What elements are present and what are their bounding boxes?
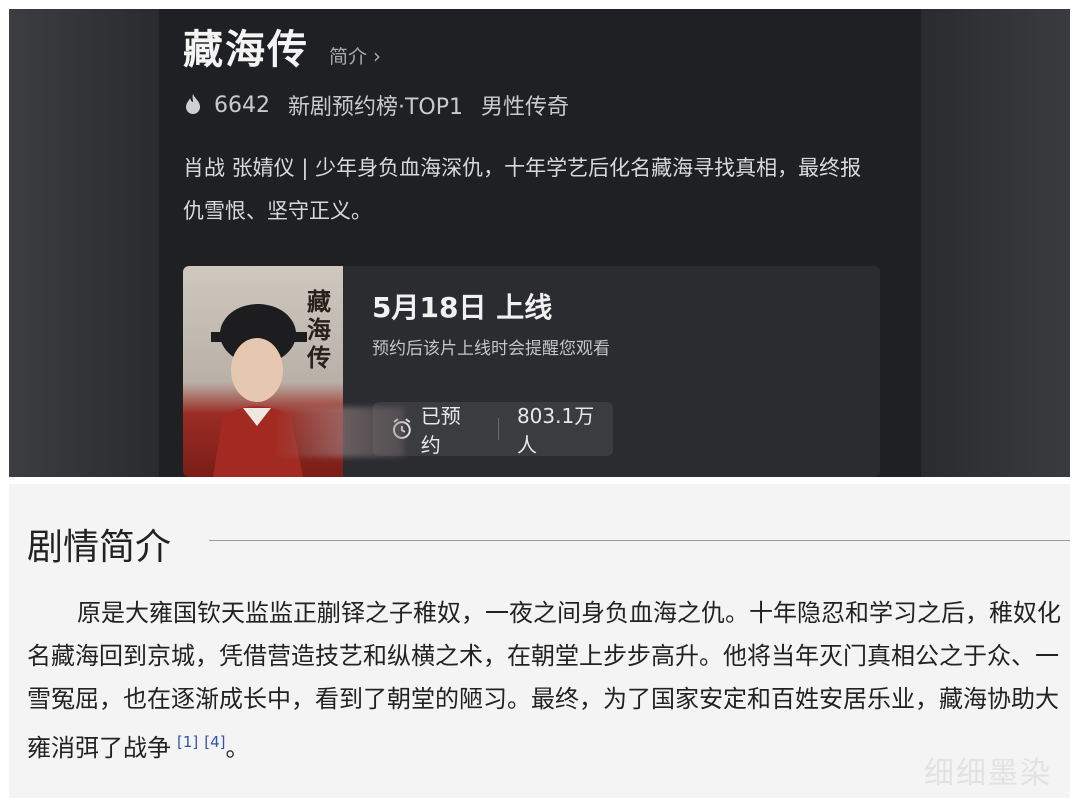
release-note: 预约后该片上线时会提醒您观看	[372, 339, 610, 359]
divider	[497, 418, 499, 440]
chevron-right-icon: ›	[373, 43, 382, 68]
intro-link-label: 简介	[329, 46, 368, 68]
citation-link-2[interactable]: [4]	[204, 733, 225, 751]
watermark: 细细墨染	[924, 756, 1052, 791]
title-row: 藏海传 简介 ›	[183, 17, 381, 75]
heat-stat: 6642	[183, 93, 270, 118]
reserved-label: 已预约	[420, 404, 461, 457]
heading-rule	[209, 540, 1070, 541]
section-heading: 剧情简介	[27, 527, 172, 568]
app-screenshot-panel: 藏海传 简介 › 6642 新剧预约榜·TOP1 男性传奇 肖战 张婧仪 | 少…	[9, 9, 1070, 477]
flame-icon	[186, 93, 200, 114]
wiki-synopsis-section: 剧情简介 原是大雍国钦天监监正蒯铎之子稚奴，一夜之间身负血海之仇。十年隐忍和学习…	[9, 484, 1070, 798]
genre-label: 男性传奇	[481, 95, 570, 120]
release-date: 5月18日 上线	[372, 291, 553, 324]
reserved-count: 803.1万人	[516, 404, 595, 457]
end-punct: 。	[225, 734, 250, 762]
intro-link[interactable]: 简介 ›	[329, 42, 381, 69]
rank-label: 新剧预约榜·TOP1	[288, 95, 464, 120]
blur-mask	[274, 407, 404, 457]
meta-row: 6642 新剧预约榜·TOP1 男性传奇	[183, 89, 569, 121]
reserved-button[interactable]: 已预约 803.1万人	[373, 402, 613, 457]
poster-title: 藏海传	[307, 287, 331, 372]
citation-link-1[interactable]: [1]	[177, 733, 198, 751]
show-title: 藏海传	[183, 27, 309, 73]
heat-value: 6642	[214, 92, 270, 118]
synopsis-paragraph: 原是大雍国钦天监监正蒯铎之子稚奴，一夜之间身负血海之仇。十年隐忍和学习之后，稚奴…	[27, 592, 1062, 770]
show-description: 肖战 张婧仪 | 少年身负血海深仇，十年学艺后化名藏海寻找真相，最终报仇雪恨、坚…	[183, 156, 862, 223]
